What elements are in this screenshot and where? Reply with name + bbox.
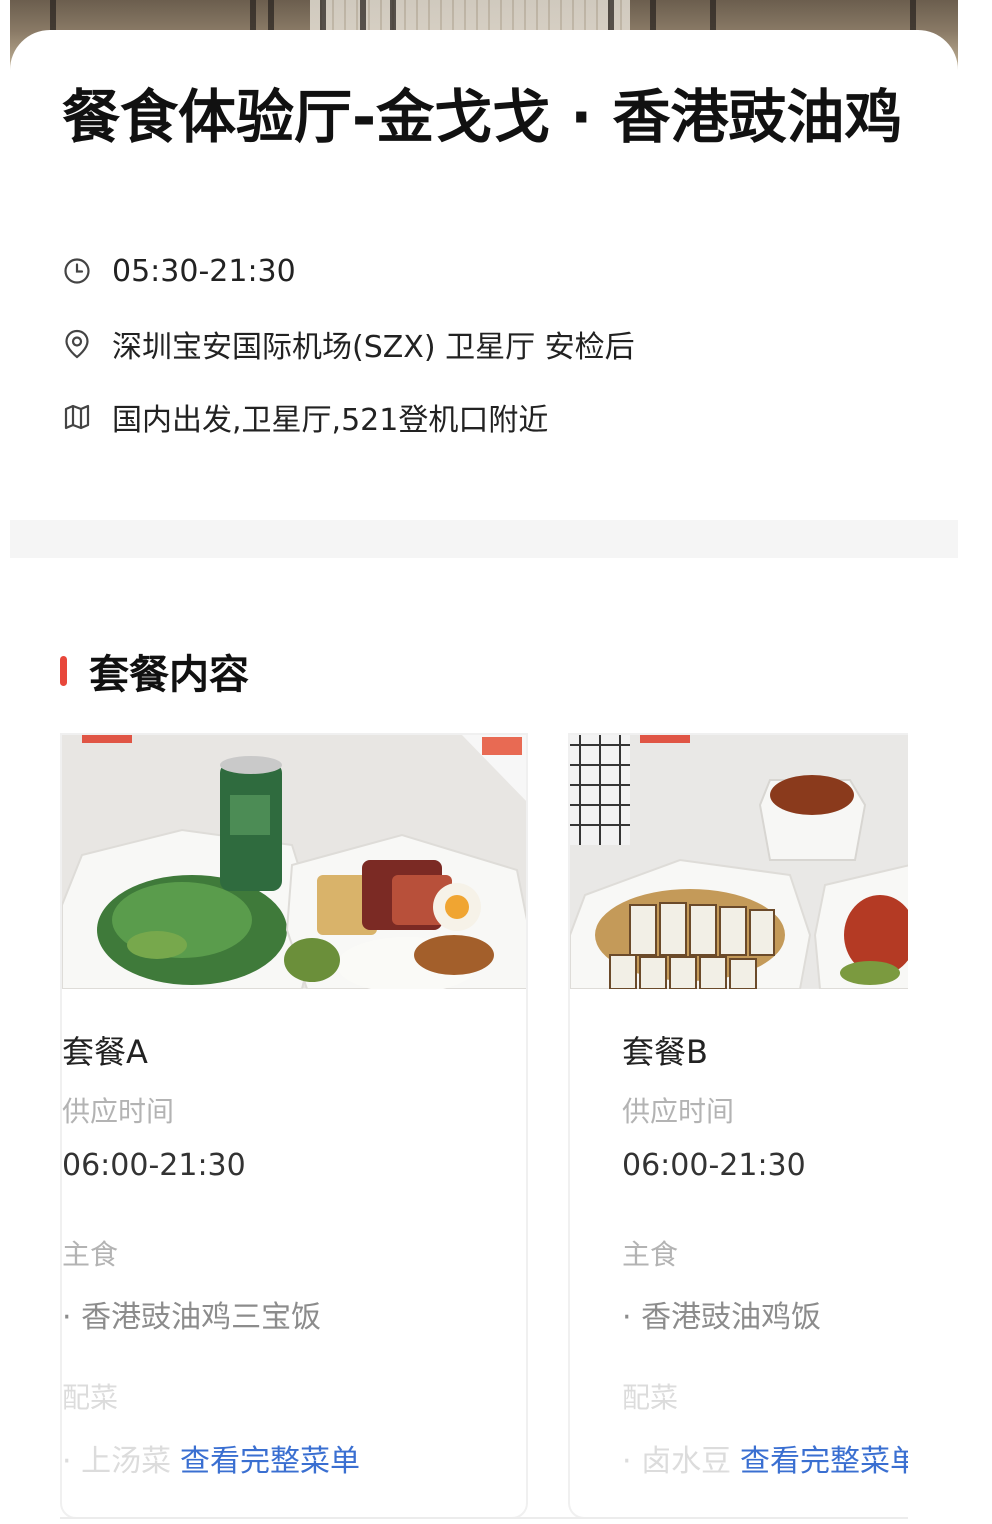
location-pin-icon: [62, 329, 92, 359]
hours-row: 05:30-21:30: [62, 251, 296, 291]
clock-icon: [62, 256, 92, 286]
map-icon: [62, 402, 92, 432]
section-divider: [10, 520, 958, 558]
full-menu-link[interactable]: 查看完整菜单: [166, 1436, 360, 1480]
side-dish-item: · 卤水豆: [622, 1444, 732, 1479]
main-dish-label: 主食: [62, 1238, 119, 1271]
package-card-a[interactable]: 套餐A 供应时间 06:00-21:30 主食 · 香港豉油鸡三宝饭 配菜 · …: [60, 733, 528, 1519]
supply-time-label: 供应时间: [62, 1095, 175, 1128]
main-dish-label: 主食: [622, 1238, 679, 1271]
side-dish-label: 配菜: [62, 1381, 119, 1414]
package-name: 套餐A: [62, 1033, 148, 1071]
accent-bar: [60, 656, 67, 686]
main-dish-item: · 香港豉油鸡三宝饭: [62, 1300, 322, 1335]
package-section-heading: 套餐内容: [60, 648, 249, 698]
full-menu-link[interactable]: 查看完整菜单: [726, 1436, 908, 1480]
venue-title: 餐食体验厅-金戈戈 · 香港豉油鸡: [62, 83, 903, 151]
section-title: 套餐内容: [89, 652, 249, 698]
supply-time-value: 06:00-21:30: [622, 1148, 806, 1183]
side-dish-label: 配菜: [622, 1381, 679, 1414]
location-hint-text: 国内出发,卫星厅,521登机口附近: [112, 403, 549, 438]
supply-time-value: 06:00-21:30: [62, 1148, 246, 1183]
address-text: 深圳宝安国际机场(SZX) 卫星厅 安检后: [112, 330, 635, 365]
package-card-b[interactable]: 套餐B 供应时间 06:00-21:30 主食 · 香港豉油鸡饭 配菜 · 卤水…: [568, 733, 908, 1519]
side-dish-item: · 上汤菜: [62, 1444, 172, 1479]
bottom-divider: [60, 1517, 908, 1519]
page: 餐食体验厅-金戈戈 · 香港豉油鸡 05:30-21:30 深圳宝安国际机场(S…: [0, 0, 992, 1524]
address-row[interactable]: 深圳宝安国际机场(SZX) 卫星厅 安检后: [62, 324, 635, 365]
supply-time-label: 供应时间: [622, 1095, 735, 1128]
location-hint-row: 国内出发,卫星厅,521登机口附近: [62, 397, 549, 438]
hours-text: 05:30-21:30: [112, 253, 296, 289]
package-name: 套餐B: [622, 1033, 708, 1071]
main-dish-item: · 香港豉油鸡饭: [622, 1300, 822, 1335]
venue-info-card: 餐食体验厅-金戈戈 · 香港豉油鸡 05:30-21:30 深圳宝安国际机场(S…: [10, 30, 958, 520]
